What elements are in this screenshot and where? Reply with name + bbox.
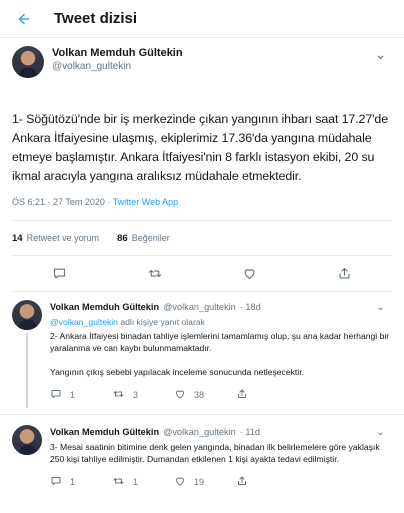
likes-label: Beğeniler (131, 232, 170, 243)
tweet-text: 3- Mesai saatinin bitimine denk gelen ya… (50, 442, 380, 464)
author-handle[interactable]: @volkan_gultekin (52, 60, 370, 73)
retweet-icon[interactable] (147, 266, 163, 281)
like-button[interactable]: 19 (174, 475, 236, 490)
tweet-source[interactable]: Twitter Web App (113, 197, 178, 207)
share-icon[interactable] (236, 388, 248, 403)
retweet-count: 1 (133, 477, 139, 487)
like-count: 19 (194, 477, 205, 487)
reply-icon (50, 475, 62, 490)
tweet-text: 2- Ankara İtfaiyesi binadan tahliye işle… (50, 331, 390, 377)
replying-to: @volkan_gultekin adlı kişiye yanıt olara… (50, 316, 392, 328)
mention-link[interactable]: @volkan_gultekin (50, 317, 118, 327)
retweet-button[interactable]: 3 (112, 388, 174, 403)
avatar[interactable] (12, 425, 42, 455)
like-icon[interactable] (242, 266, 257, 281)
retweet-count: 3 (133, 390, 139, 400)
retweets-count: 14 (12, 232, 23, 244)
tweet-age[interactable]: · 18d (240, 301, 261, 313)
replying-label: adlı kişiye yanıt olarak (117, 317, 205, 327)
page-title: Tweet dizisi (54, 10, 138, 27)
reply-icon[interactable] (52, 266, 67, 281)
reply-tweet[interactable]: Volkan Memduh Gültekin @volkan_gultekin … (0, 415, 404, 495)
top-bar: Tweet dizisi (0, 0, 404, 38)
likes-count: 86 (117, 232, 128, 244)
reply-count: 1 (70, 390, 76, 400)
tweet-actions: 1 1 19 (50, 469, 392, 495)
tweet-text: 1- Söğütözü'nde bir iş merkezinde çıkan … (12, 112, 388, 183)
likes-stat[interactable]: 86 Beğeniler (117, 233, 170, 244)
author-name[interactable]: Volkan Memduh Gültekin (50, 425, 159, 439)
back-arrow-icon[interactable] (12, 7, 36, 31)
avatar[interactable] (12, 300, 42, 330)
more-options-icon[interactable]: ⌄ (370, 302, 392, 314)
like-icon (174, 475, 186, 490)
author-handle[interactable]: @volkan_gultekin (163, 426, 236, 438)
author-name[interactable]: Volkan Memduh Gültekin (50, 300, 159, 314)
share-icon[interactable] (337, 266, 352, 281)
thread-line (26, 333, 28, 408)
reply-button[interactable]: 1 (50, 388, 112, 403)
more-options-icon[interactable]: ⌄ (370, 427, 392, 439)
retweet-icon (112, 388, 125, 403)
retweet-icon (112, 475, 125, 490)
more-options-icon[interactable]: ⌄ (370, 46, 392, 63)
like-button[interactable]: 38 (174, 388, 236, 403)
engagement-stats: 14 Retweet ve yorum 86 Beğeniler (12, 220, 392, 256)
tweet-actions: 1 3 38 (50, 382, 392, 408)
like-icon (174, 388, 186, 403)
avatar[interactable] (12, 46, 44, 78)
author-handle[interactable]: @volkan_gultekin (163, 301, 236, 313)
like-count: 38 (194, 390, 205, 400)
main-tweet: Volkan Memduh Gültekin @volkan_gultekin … (0, 38, 404, 292)
share-icon[interactable] (236, 475, 248, 490)
reply-tweet[interactable]: Volkan Memduh Gültekin @volkan_gultekin … (0, 292, 404, 408)
retweets-stat[interactable]: 14 Retweet ve yorum (12, 233, 99, 244)
tweet-actions (12, 256, 392, 292)
reply-count: 1 (70, 477, 76, 487)
tweet-timestamp[interactable]: ÖS 6:21 · 27 Tem 2020 · (12, 197, 113, 207)
reply-icon (50, 388, 62, 403)
retweets-label: Retweet ve yorum (26, 232, 100, 243)
tweet-age[interactable]: · 11d (240, 426, 260, 438)
tweet-meta: ÖS 6:21 · 27 Tem 2020 · Twitter Web App (12, 196, 392, 208)
author-name[interactable]: Volkan Memduh Gültekin (52, 46, 370, 60)
retweet-button[interactable]: 1 (112, 475, 174, 490)
reply-button[interactable]: 1 (50, 475, 112, 490)
